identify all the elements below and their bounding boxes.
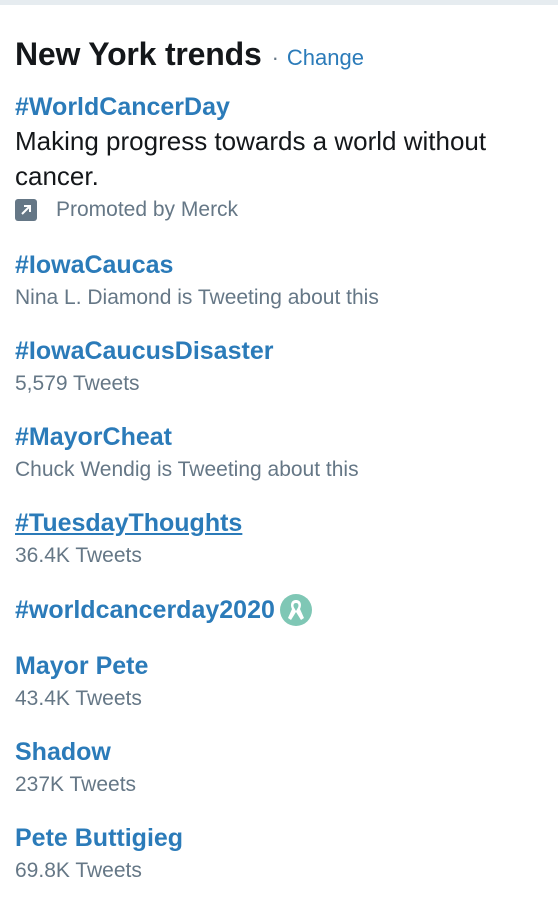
trend-item[interactable]: Mayor Pete 43.4K Tweets xyxy=(15,651,148,713)
trend-meta: 5,579 Tweets xyxy=(15,372,140,395)
change-location-link[interactable]: Change xyxy=(287,45,364,71)
trend-meta: Chuck Wendig is Tweeting about this xyxy=(15,458,359,481)
promoted-by-line: Promoted by Merck xyxy=(15,198,545,222)
trend-meta: Nina L. Diamond is Tweeting about this xyxy=(15,286,379,309)
trend-meta: 237K Tweets xyxy=(15,773,137,796)
trend-name[interactable]: #IowaCaucusDisaster xyxy=(15,336,273,366)
promoted-by-label: Promoted by Merck xyxy=(56,198,239,221)
awareness-ribbon-icon xyxy=(279,594,312,626)
trend-name-with-icon[interactable]: #worldcancerday2020 xyxy=(15,593,313,627)
trend-meta: 69.8K Tweets xyxy=(15,859,142,882)
trend-item[interactable]: #TuesdayThoughts 36.4K Tweets xyxy=(15,508,242,570)
promoted-trend[interactable]: #WorldCancerDay Making progress towards … xyxy=(15,92,545,222)
trend-item[interactable]: #IowaCaucas Nina L. Diamond is Tweeting … xyxy=(15,250,379,312)
promoted-arrow-icon xyxy=(15,199,37,221)
trends-title: New York trends xyxy=(15,36,262,72)
trend-name[interactable]: #MayorCheat xyxy=(15,422,172,452)
trend-name[interactable]: #TuesdayThoughts xyxy=(15,508,242,538)
trend-name[interactable]: #WorldCancerDay xyxy=(15,92,230,122)
trend-meta: 36.4K Tweets xyxy=(15,544,142,567)
trends-header: New York trends · Change xyxy=(15,36,364,73)
promoted-description: Making progress towards a world without … xyxy=(15,126,487,191)
trend-name: #worldcancerday2020 xyxy=(15,596,275,624)
trend-name[interactable]: Pete Buttigieg xyxy=(15,823,183,853)
trend-name[interactable]: #IowaCaucas xyxy=(15,250,173,280)
trend-item[interactable]: #IowaCaucusDisaster 5,579 Tweets xyxy=(15,336,273,398)
trend-item[interactable]: Shadow 237K Tweets xyxy=(15,737,136,799)
trend-item[interactable]: Pete Buttigieg 69.8K Tweets xyxy=(15,823,183,885)
trend-name[interactable]: Shadow xyxy=(15,737,111,767)
trend-item[interactable]: #worldcancerday2020 xyxy=(15,593,313,627)
trend-item[interactable]: #MayorCheat Chuck Wendig is Tweeting abo… xyxy=(15,422,359,484)
title-separator: · xyxy=(271,45,279,70)
trend-meta: 43.4K Tweets xyxy=(15,687,142,710)
trend-name[interactable]: Mayor Pete xyxy=(15,651,148,681)
top-divider xyxy=(0,0,558,5)
